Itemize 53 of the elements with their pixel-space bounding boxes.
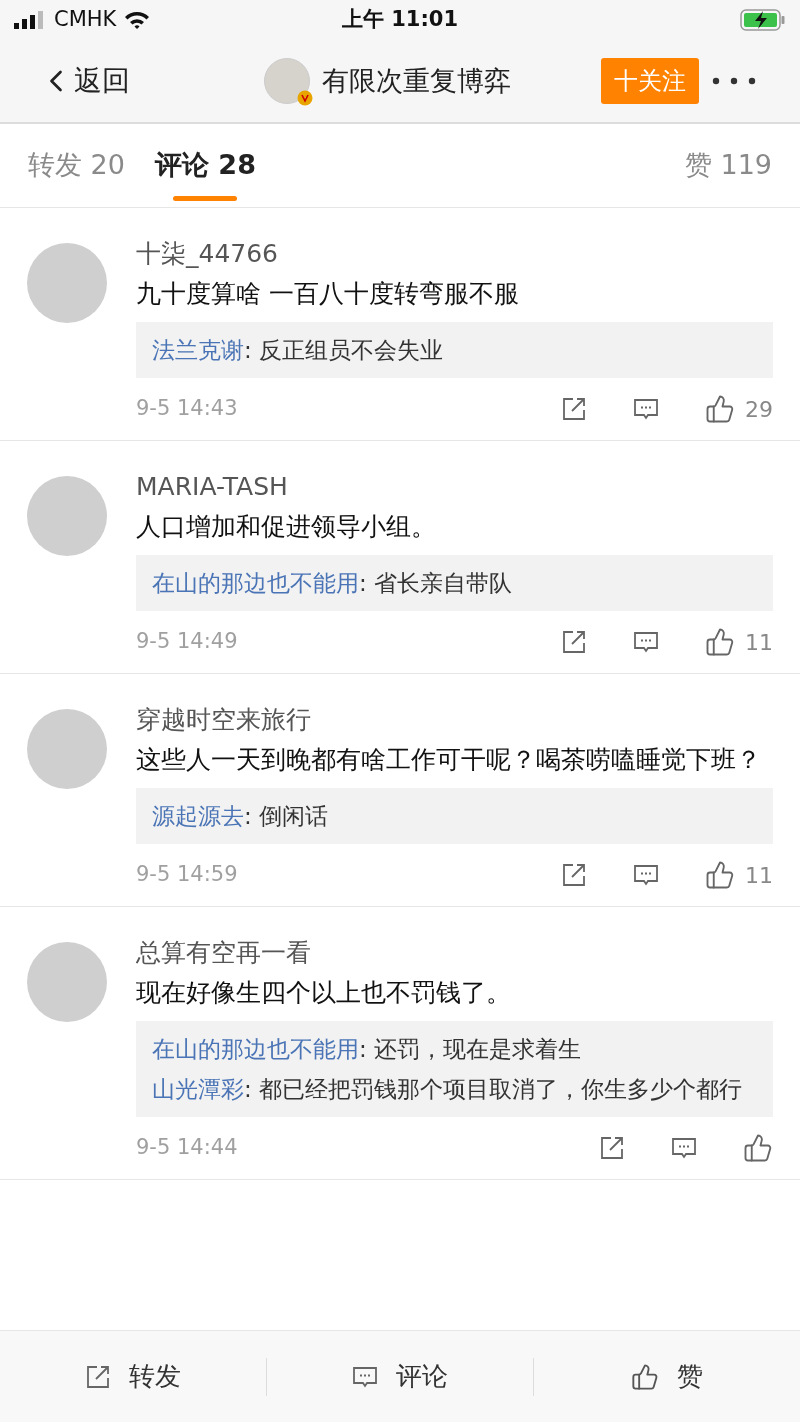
comment-text: 现在好像生四个以上也不罚钱了。: [136, 977, 512, 1009]
comment-time: 9-5 14:59: [136, 861, 238, 889]
share-icon[interactable]: [561, 862, 587, 888]
share-icon[interactable]: [561, 629, 587, 655]
share-icon[interactable]: [561, 396, 587, 422]
thumbs-up-icon[interactable]: [705, 860, 735, 890]
comment-username[interactable]: 十柒_44766: [136, 238, 773, 270]
reply-box[interactable]: 法兰克谢: 反正组员不会失业: [136, 322, 773, 378]
like-count: 11: [745, 861, 773, 890]
like-count: 29: [745, 395, 773, 424]
comment-username[interactable]: 穿越时空来旅行: [136, 704, 773, 736]
reply-box[interactable]: 在山的那边也不能用: 还罚，现在是求着生 山光潭彩: 都已经把罚钱那个项目取消了，你生多少个都行: [136, 1021, 773, 1117]
reply-text: 在山的那边也不能用: 省长亲自带队: [152, 569, 514, 598]
bottom-action-button[interactable]: 评论: [267, 1357, 533, 1396]
comment-username[interactable]: MARIA-TASH: [136, 471, 773, 503]
comment-time: 9-5 14:43: [136, 395, 238, 423]
reply-text: 法兰克谢: 反正组员不会失业: [152, 336, 445, 365]
reply-box[interactable]: 源起源去: 倒闲话: [136, 788, 773, 844]
comment-text: 人口增加和促进领导小组。: [136, 511, 437, 543]
reply-author-link[interactable]: 在山的那边也不能用: [152, 570, 359, 596]
more-icon[interactable]: [712, 77, 756, 85]
comment-icon[interactable]: [671, 1135, 697, 1161]
reply-author-link[interactable]: 法兰克谢: [152, 337, 244, 363]
comment-time: 9-5 14:44: [136, 1134, 238, 1162]
reply-text: 源起源去: 倒闲话: [152, 802, 330, 831]
reply-author-link[interactable]: 源起源去: [152, 803, 244, 829]
comment-time: 9-5 14:49: [136, 628, 238, 656]
bottom-action-button[interactable]: 赞: [534, 1357, 800, 1396]
bottom-action-button[interactable]: 转发: [0, 1357, 266, 1396]
comment-text: 九十度算啥 一百八十度转弯服不服: [136, 278, 520, 310]
thumbs-up-icon[interactable]: [631, 1362, 659, 1391]
thumbs-up-icon[interactable]: [705, 627, 735, 657]
comment-icon[interactable]: [633, 396, 659, 422]
author-name[interactable]: 有限次重复博弈: [322, 60, 511, 102]
reply-text: 山光潭彩: 都已经把罚钱那个项目取消了，你生多少个都行: [152, 1075, 744, 1104]
back-button[interactable]: 返回: [38, 60, 130, 102]
comment-icon[interactable]: [633, 862, 659, 888]
carrier-name: CMHK: [54, 6, 117, 34]
thumbs-up-icon[interactable]: [705, 394, 735, 424]
reply-author-link[interactable]: 山光潭彩: [152, 1076, 244, 1102]
status-time: 上午 11:01: [341, 6, 459, 34]
reply-text: 在山的那边也不能用: 还罚，现在是求着生: [152, 1035, 583, 1064]
share-icon[interactable]: [85, 1363, 111, 1390]
comment-text: 这些人一天到晚都有啥工作可干呢？喝茶唠嗑睡觉下班？: [136, 744, 762, 776]
tab[interactable]: 评论 28: [154, 124, 256, 207]
share-icon[interactable]: [599, 1135, 625, 1161]
comment-icon[interactable]: [633, 629, 659, 655]
like-count: 11: [745, 628, 773, 657]
thumbs-up-icon[interactable]: [743, 1133, 773, 1163]
reply-box[interactable]: 在山的那边也不能用: 省长亲自带队: [136, 555, 773, 611]
reply-author-link[interactable]: 在山的那边也不能用: [152, 1036, 359, 1062]
wifi-icon: [124, 10, 151, 30]
comment-username[interactable]: 总算有空再一看: [136, 937, 773, 969]
